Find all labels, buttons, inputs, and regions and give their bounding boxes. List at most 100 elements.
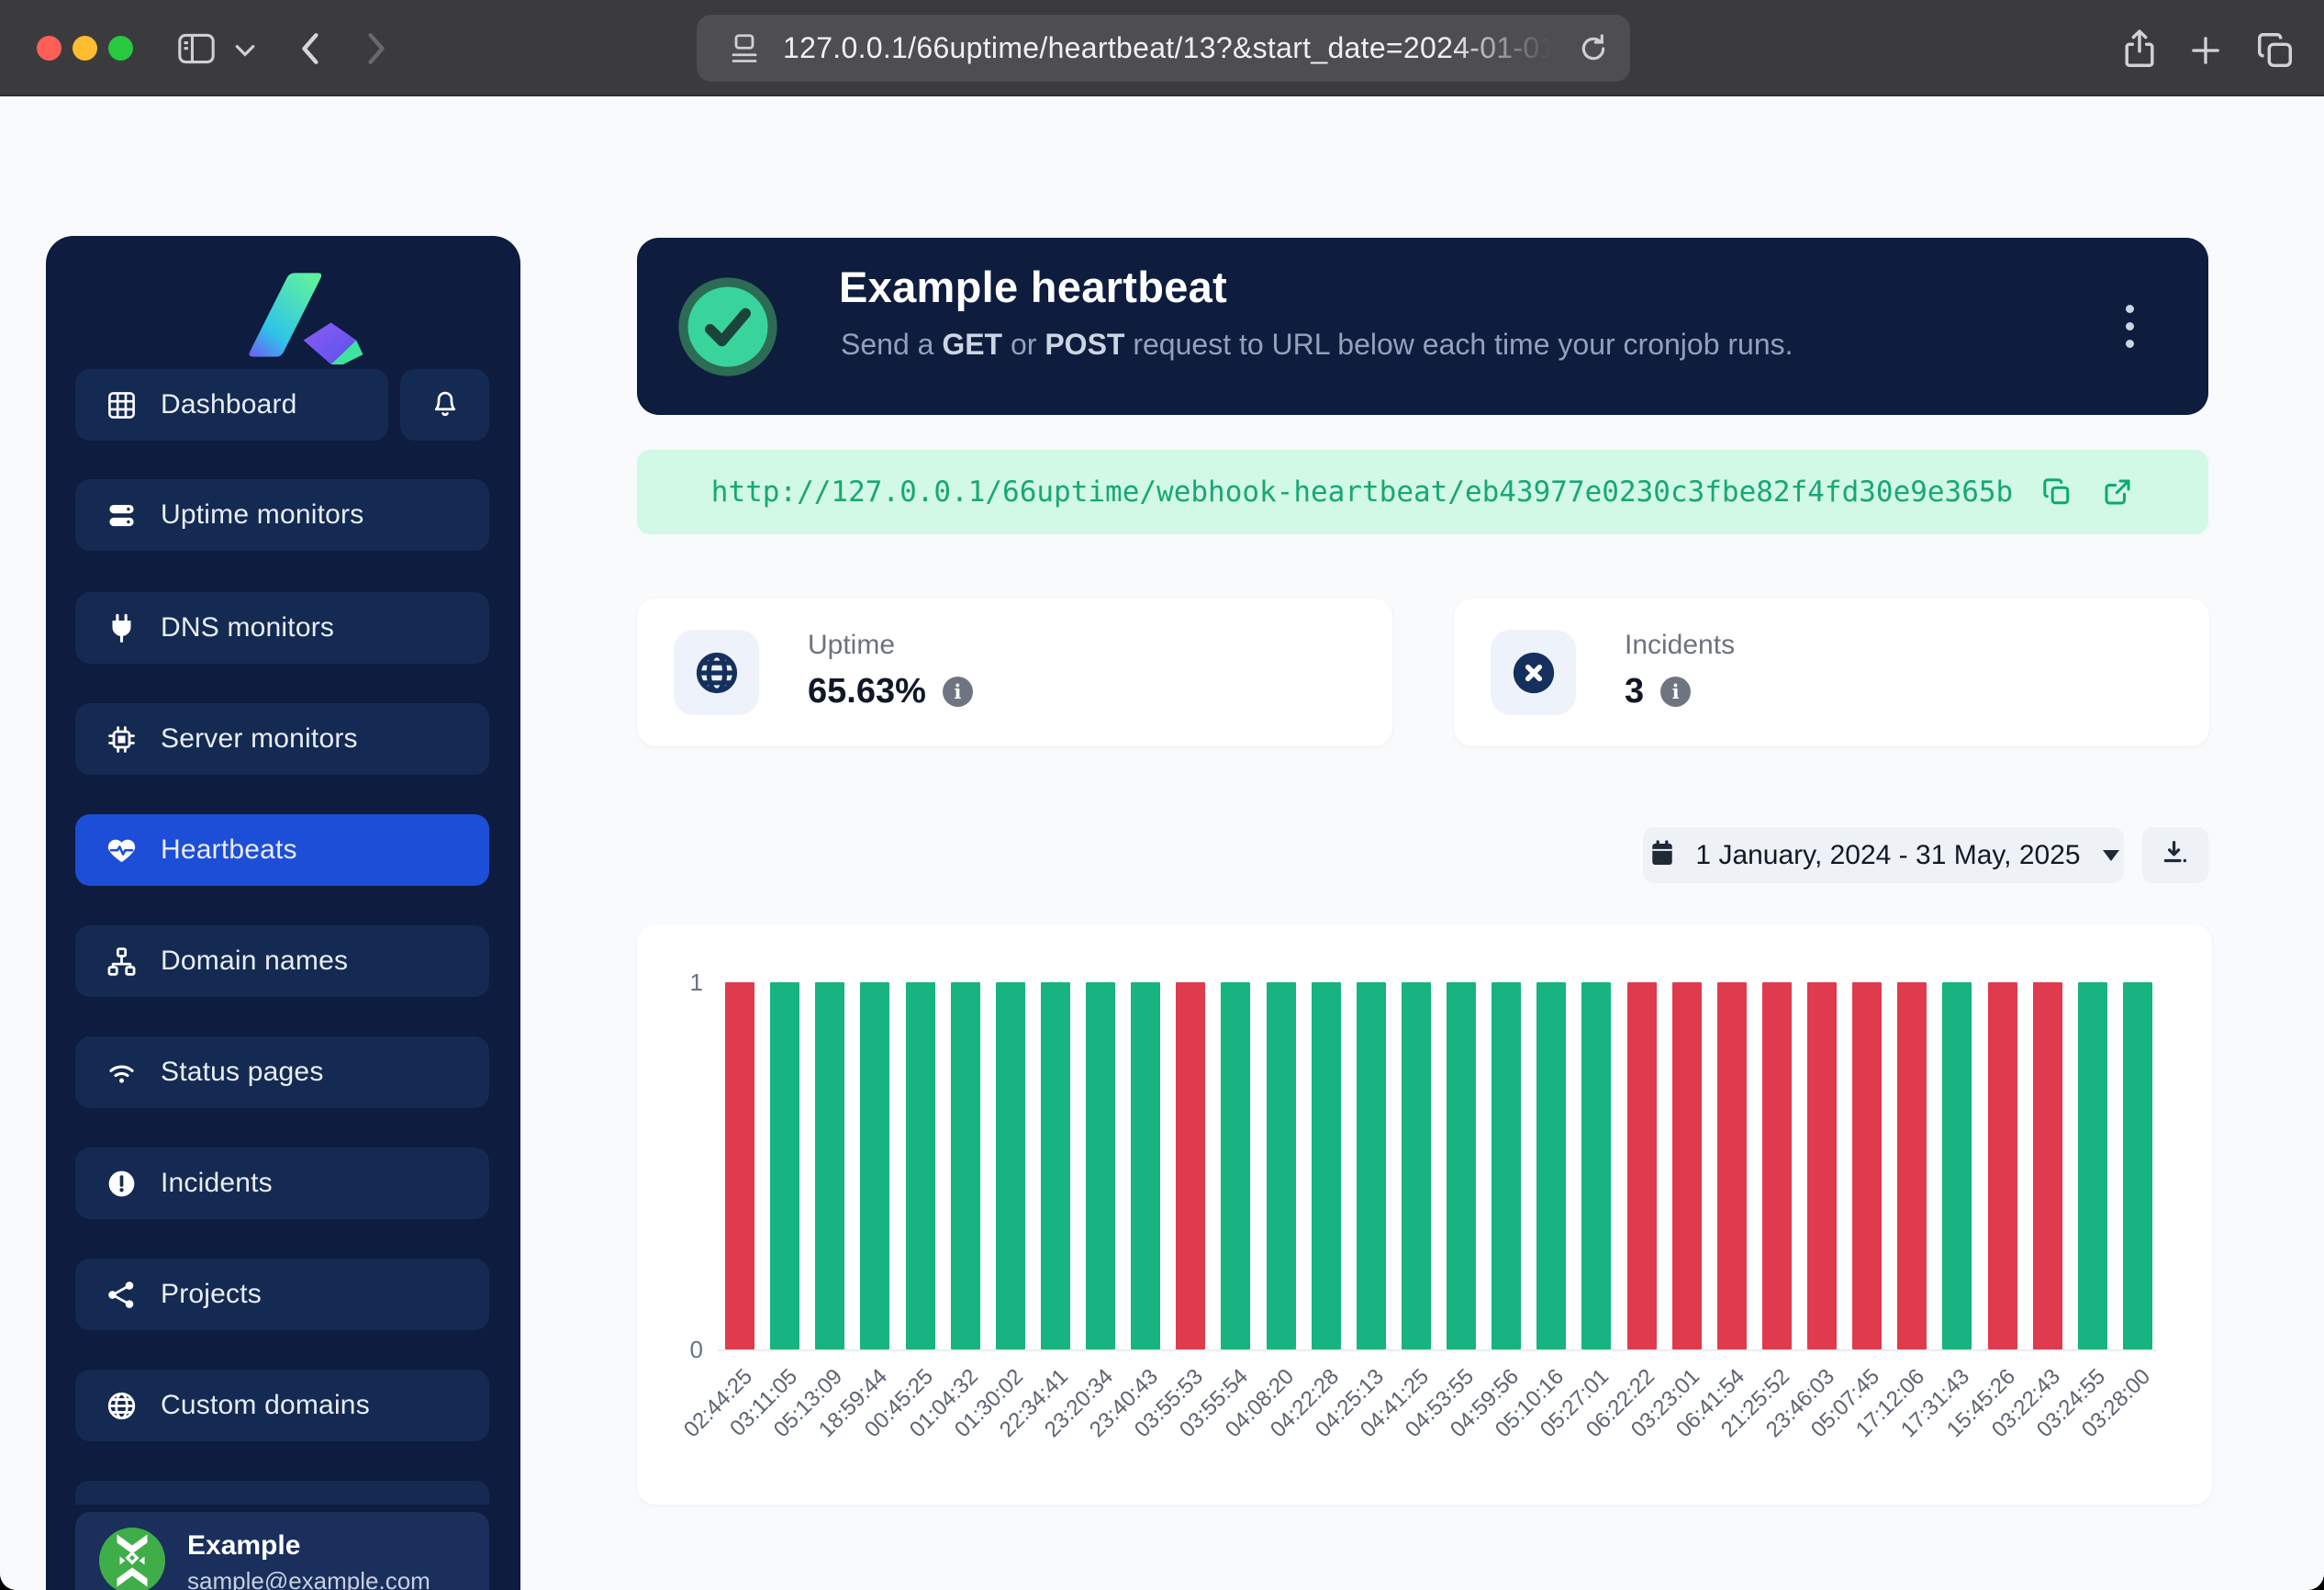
chart-bar[interactable]: [2033, 982, 2062, 1349]
page-subtitle: Send a GET or POST request to URL below …: [841, 328, 1793, 362]
chart-bar[interactable]: [996, 982, 1025, 1349]
page-content: Dashboard Uptime monitors: [0, 98, 2324, 1590]
stat-value: 3: [1625, 672, 1644, 711]
chart-bar[interactable]: [906, 982, 935, 1349]
chart-bar[interactable]: [1807, 982, 1837, 1349]
chart-bar[interactable]: [1762, 982, 1792, 1349]
webhook-url-bar: http://127.0.0.1/66uptime/webhook-heartb…: [637, 450, 2208, 534]
chart-bar[interactable]: [1717, 982, 1747, 1349]
sidebar-item-label: Uptime monitors: [161, 499, 363, 531]
sidebar-item-status-pages[interactable]: Status pages: [75, 1036, 489, 1108]
sidebar-item-custom-domains[interactable]: Custom domains: [75, 1370, 489, 1441]
sidebar-item-domain-names[interactable]: Domain names: [75, 925, 489, 997]
sidebar-item-label: Incidents: [161, 1168, 273, 1199]
chart-bar[interactable]: [1176, 982, 1205, 1349]
forward-icon[interactable]: [363, 28, 391, 69]
sidebar-item-dns-monitors[interactable]: DNS monitors: [75, 592, 489, 664]
stat-label: Incidents: [1625, 630, 1735, 661]
chart-bar[interactable]: [1357, 982, 1386, 1349]
chart-bar[interactable]: [1447, 982, 1476, 1349]
sitemap-icon: [105, 945, 139, 979]
sidebar-item-label: Dashboard: [161, 389, 297, 420]
new-tab-icon[interactable]: [2186, 31, 2225, 70]
chart-bar[interactable]: [1131, 982, 1160, 1349]
sidebar-item-label: Domain names: [161, 946, 348, 977]
chart-bar[interactable]: [2123, 982, 2152, 1349]
y-axis-tick-1: 1: [663, 969, 703, 997]
chart-bar[interactable]: [815, 982, 844, 1349]
chart-bar[interactable]: [1086, 982, 1115, 1349]
external-link-icon[interactable]: [2101, 476, 2134, 509]
webhook-url-text: http://127.0.0.1/66uptime/webhook-heartb…: [711, 476, 2013, 509]
chart-bar[interactable]: [1852, 982, 1882, 1349]
chart-bar[interactable]: [1627, 982, 1657, 1349]
sidebar-toggle-icon[interactable]: [176, 30, 217, 67]
notifications-button[interactable]: [400, 369, 489, 441]
sidebar-item-server-monitors[interactable]: Server monitors: [75, 703, 489, 775]
grid-icon: [105, 388, 139, 422]
chart-bar[interactable]: [1312, 982, 1341, 1349]
chart-bar[interactable]: [1942, 982, 1972, 1349]
copy-icon[interactable]: [2040, 476, 2073, 509]
chart-bar[interactable]: [1402, 982, 1431, 1349]
page-icon: [728, 30, 761, 67]
alert-circle-icon: [105, 1167, 139, 1201]
chart-bar[interactable]: [1581, 982, 1611, 1349]
globe-icon: [105, 1389, 139, 1423]
chart-bar[interactable]: [2078, 982, 2107, 1349]
tabs-icon[interactable]: [2254, 29, 2296, 72]
user-email: sample@example.com: [187, 1567, 430, 1590]
sidebar-item-label: Status pages: [161, 1057, 324, 1088]
chevron-down-icon[interactable]: [235, 44, 255, 57]
user-name: Example: [187, 1530, 430, 1562]
globe-icon: [674, 630, 759, 715]
chart-bar[interactable]: [1492, 982, 1521, 1349]
sidebar-item-partial[interactable]: [75, 1481, 489, 1505]
x-axis-line: [718, 1349, 2157, 1351]
sidebar-item-heartbeats[interactable]: Heartbeats: [75, 814, 489, 886]
chart-bar[interactable]: [1536, 982, 1566, 1349]
kebab-menu-button[interactable]: [2109, 289, 2150, 363]
calendar-icon: [1648, 837, 1677, 873]
wifi-icon: [105, 1056, 139, 1090]
date-range-picker[interactable]: 1 January, 2024 - 31 May, 2025: [1643, 827, 2124, 883]
download-icon: [2160, 837, 2191, 873]
user-card[interactable]: Example sample@example.com: [75, 1512, 489, 1590]
chart-bar[interactable]: [1897, 982, 1927, 1349]
chart-bar[interactable]: [1988, 982, 2017, 1349]
chart-bar[interactable]: [860, 982, 889, 1349]
download-button[interactable]: [2142, 827, 2208, 883]
sidebar-item-dashboard[interactable]: Dashboard: [75, 369, 388, 441]
uptime-stat-card: Uptime 65.63% i: [637, 599, 1392, 746]
chart-plot: [725, 982, 2152, 1349]
cpu-icon: [105, 722, 139, 756]
sidebar-item-incidents[interactable]: Incidents: [75, 1148, 489, 1219]
info-icon[interactable]: i: [1660, 677, 1691, 707]
info-icon[interactable]: i: [943, 677, 973, 707]
chart-bar[interactable]: [1221, 982, 1250, 1349]
share-nodes-icon: [105, 1278, 139, 1312]
y-axis-tick-0: 0: [663, 1336, 703, 1364]
minimize-window-button[interactable]: [73, 36, 97, 61]
date-range-label: 1 January, 2024 - 31 May, 2025: [1695, 840, 2080, 871]
chart-bar[interactable]: [1672, 982, 1702, 1349]
sidebar: Dashboard Uptime monitors: [46, 236, 520, 1590]
chart-bar[interactable]: [1041, 982, 1070, 1349]
chart-bar[interactable]: [770, 982, 799, 1349]
x-circle-icon: [1491, 630, 1576, 715]
chart-xlabels: 02:44:2503:11:0505:13:0918:59:4400:45:25…: [725, 1364, 2152, 1493]
browser-toolbar: 127.0.0.1/66uptime/heartbeat/13?&start_d…: [0, 0, 2324, 96]
back-icon[interactable]: [296, 28, 323, 69]
chart-bar[interactable]: [951, 982, 980, 1349]
share-icon[interactable]: [2118, 26, 2161, 73]
chart-bar[interactable]: [725, 982, 754, 1349]
zoom-window-button[interactable]: [108, 36, 133, 61]
sidebar-item-label: Server monitors: [161, 723, 358, 755]
close-window-button[interactable]: [37, 36, 61, 61]
sidebar-item-projects[interactable]: Projects: [75, 1259, 489, 1330]
chart-bar[interactable]: [1267, 982, 1296, 1349]
sidebar-item-uptime-monitors[interactable]: Uptime monitors: [75, 479, 489, 551]
address-bar[interactable]: 127.0.0.1/66uptime/heartbeat/13?&start_d…: [697, 15, 1630, 82]
reload-icon[interactable]: [1575, 30, 1612, 67]
stat-value: 65.63%: [808, 672, 926, 711]
